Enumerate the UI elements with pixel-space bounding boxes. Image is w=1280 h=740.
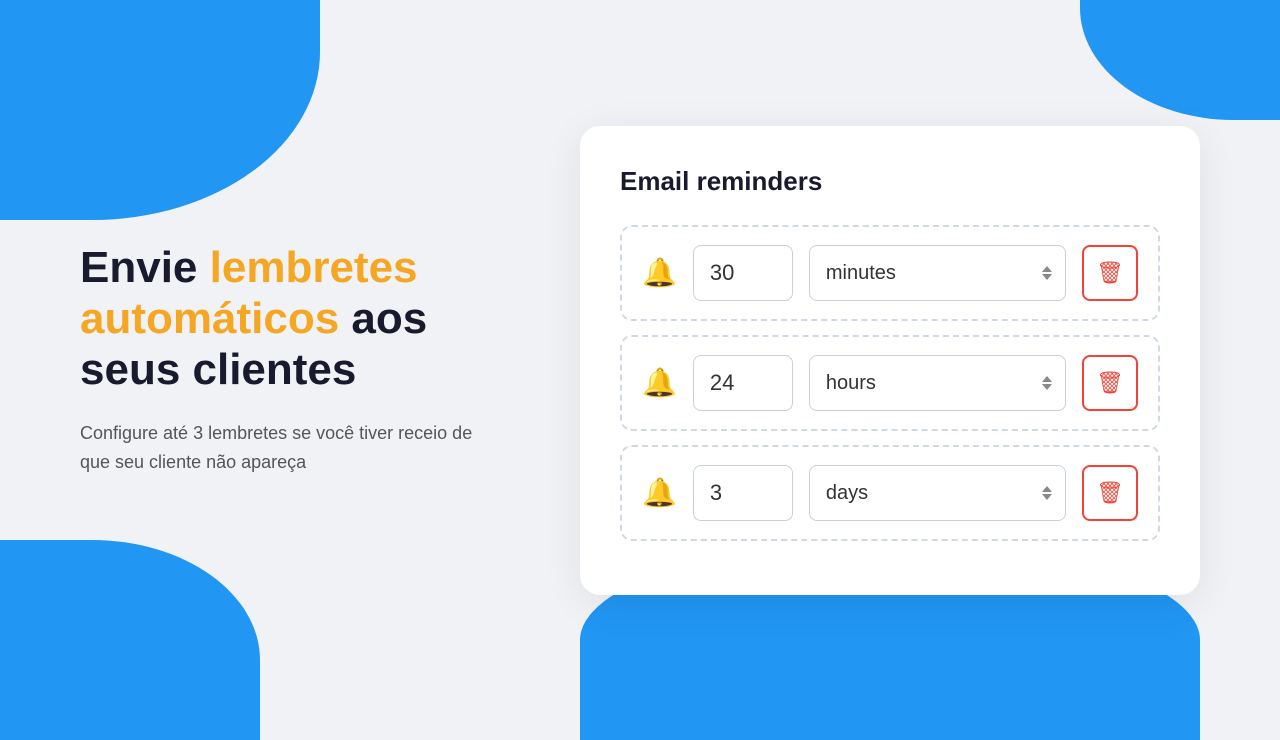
trash-icon-1: 🗑: [1096, 260, 1124, 286]
hero-subtitle: Configure até 3 lembretes se você tiver …: [80, 419, 500, 477]
bell-icon-3: 🔔: [642, 476, 677, 509]
email-reminders-card: Email reminders 🔔 minutes hours days: [580, 126, 1200, 595]
bell-icon-1: 🔔: [642, 256, 677, 289]
reminder-row-3: 🔔 minutes hours days 🗑: [620, 445, 1160, 541]
reminder-2-unit-select[interactable]: minutes hours days: [809, 355, 1066, 411]
delete-reminder-3-button[interactable]: 🗑: [1082, 465, 1138, 521]
reminder-1-number-input[interactable]: [693, 245, 793, 301]
reminder-row-2: 🔔 minutes hours days 🗑: [620, 335, 1160, 431]
bell-icon-2: 🔔: [642, 366, 677, 399]
page-content: Envie lembretes automáticos aos seus cli…: [0, 0, 1280, 720]
reminder-1-unit-select[interactable]: minutes hours days: [809, 245, 1066, 301]
reminder-3-unit-wrapper: minutes hours days: [809, 465, 1066, 521]
reminder-2-unit-wrapper: minutes hours days: [809, 355, 1066, 411]
left-section: Envie lembretes automáticos aos seus cli…: [80, 243, 500, 476]
trash-icon-3: 🗑: [1096, 480, 1124, 506]
right-section: Email reminders 🔔 minutes hours days: [580, 126, 1200, 595]
card-title: Email reminders: [620, 166, 1160, 197]
reminder-3-unit-select[interactable]: minutes hours days: [809, 465, 1066, 521]
reminder-row-1: 🔔 minutes hours days 🗑: [620, 225, 1160, 321]
reminder-2-number-input[interactable]: [693, 355, 793, 411]
delete-reminder-2-button[interactable]: 🗑: [1082, 355, 1138, 411]
hero-title: Envie lembretes automáticos aos seus cli…: [80, 243, 500, 395]
title-part1: Envie: [80, 243, 210, 292]
delete-reminder-1-button[interactable]: 🗑: [1082, 245, 1138, 301]
reminder-3-number-input[interactable]: [693, 465, 793, 521]
reminder-1-unit-wrapper: minutes hours days: [809, 245, 1066, 301]
trash-icon-2: 🗑: [1096, 370, 1124, 396]
